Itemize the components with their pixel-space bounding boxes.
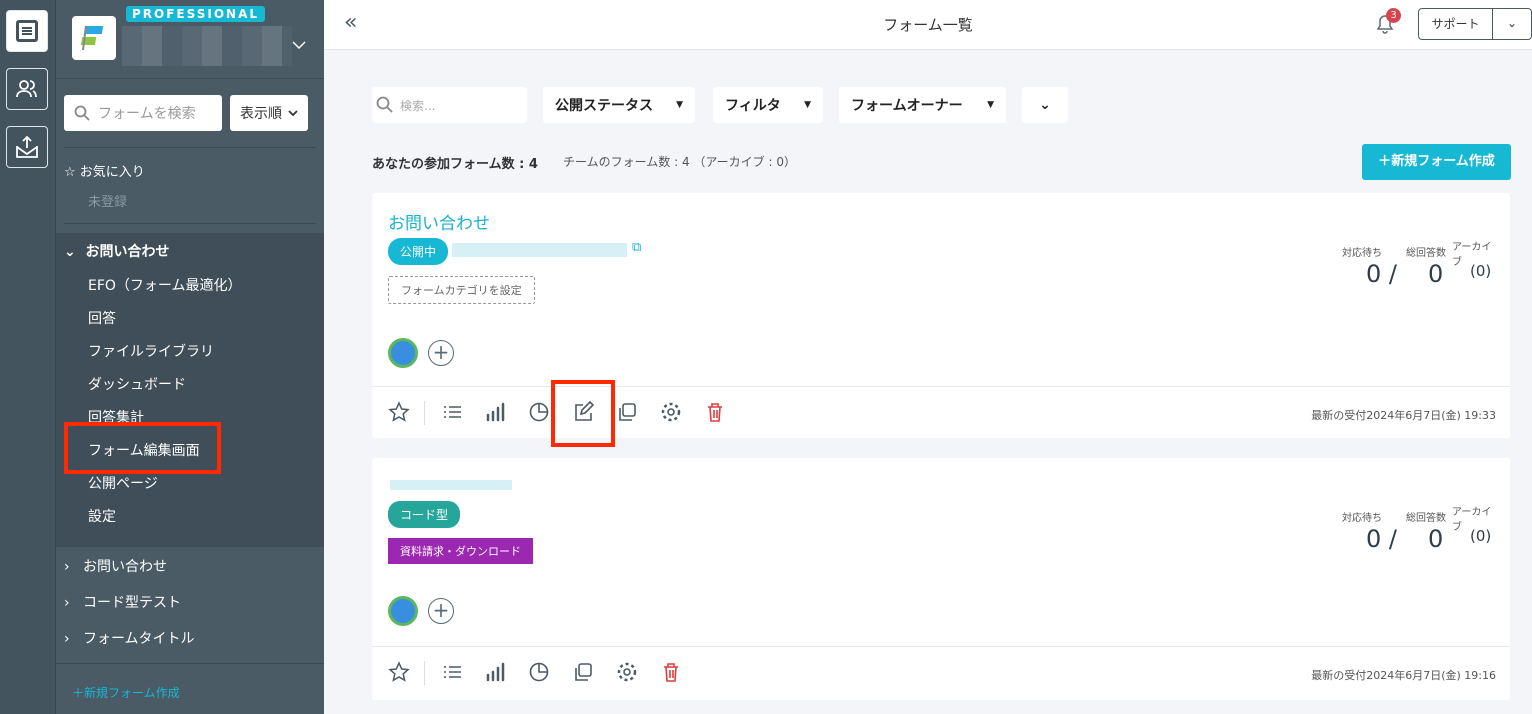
owner-filter[interactable]: フォームオーナー ▼ xyxy=(839,87,1006,123)
favorites-header: ☆ お気に入り xyxy=(64,165,145,180)
sidebar-group-3[interactable]: › フォームタイトル xyxy=(64,628,195,648)
more-filters-button[interactable]: ⌄ xyxy=(1022,87,1068,123)
chevron-down-icon[interactable] xyxy=(292,40,306,50)
sort-select[interactable]: 表示順 xyxy=(230,95,308,131)
team-form-count: チームのフォーム数 : 4 （アーカイブ : 0） xyxy=(563,155,796,169)
duplicate-icon[interactable] xyxy=(572,661,594,683)
pie-chart-icon[interactable] xyxy=(528,661,550,683)
sidebar-group-1[interactable]: › お問い合わせ xyxy=(64,556,167,576)
top-header: « フォーム一覧 3 サポート ⌄ xyxy=(324,0,1532,50)
star-icon[interactable] xyxy=(388,661,410,683)
add-member-button[interactable]: + xyxy=(428,340,454,366)
my-form-count: あなたの参加フォーム数 : 4 xyxy=(372,157,538,172)
app-nav-strip xyxy=(0,0,56,714)
chevron-down-icon: ⌄ xyxy=(1039,97,1051,113)
form-stats: 対応待ち 総回答数 アーカイブ 0 / 0 (0) xyxy=(1342,242,1492,288)
form-card: コード型 資料請求・ダウンロード + 対応待ち 総回答数 アーカイブ 0 / 0… xyxy=(372,458,1510,700)
latest-received: 最新の受付2024年6月7日(金) 19:33 xyxy=(1311,409,1496,422)
plan-badge: PROFESSIONAL xyxy=(126,6,266,22)
new-form-button[interactable]: ＋新規フォーム作成 xyxy=(1362,144,1511,180)
account-name-blurred xyxy=(122,26,292,66)
highlight-box xyxy=(64,422,221,474)
sidebar: PROFESSIONAL フォームを検索 表示順 ☆ お気に入り 未登録 ⌄ お… xyxy=(56,0,324,714)
gear-icon[interactable] xyxy=(616,661,638,683)
pie-chart-icon[interactable] xyxy=(528,401,550,423)
bar-chart-icon[interactable] xyxy=(484,401,506,423)
page-title: フォーム一覧 xyxy=(883,16,973,34)
search-input[interactable]: 検索... xyxy=(372,87,527,123)
caret-down-icon: ▼ xyxy=(676,100,683,110)
trash-icon[interactable] xyxy=(660,661,682,683)
caret-down-icon: ▼ xyxy=(987,100,994,110)
form-card: お問い合わせ 公開中 ⧉ フォームカテゴリを設定 + 対応待ち 総回答数 アーカ… xyxy=(372,193,1510,438)
form-search-input[interactable]: フォームを検索 xyxy=(64,95,222,131)
forms-nav-button[interactable] xyxy=(6,10,48,52)
form-title-blurred[interactable] xyxy=(390,480,512,490)
caret-down-icon: ▼ xyxy=(804,100,811,110)
avatar xyxy=(388,338,418,368)
gear-icon[interactable] xyxy=(660,401,682,423)
group-header[interactable]: ⌄ お問い合わせ xyxy=(64,241,169,261)
search-icon xyxy=(74,105,90,121)
users-icon xyxy=(16,80,37,98)
export-nav-button[interactable] xyxy=(6,126,48,168)
app-logo xyxy=(72,16,116,60)
sidebar-item-efo[interactable]: EFO（フォーム最適化） xyxy=(88,275,242,295)
add-member-button[interactable]: + xyxy=(428,598,454,624)
bar-chart-icon[interactable] xyxy=(484,661,506,683)
chevron-down-icon: ⌄ xyxy=(64,244,76,260)
team-nav-button[interactable] xyxy=(6,68,48,110)
mail-upload-icon xyxy=(16,135,38,158)
sidebar-item-responses[interactable]: 回答 xyxy=(88,308,116,328)
status-badge: 公開中 xyxy=(388,238,449,265)
form-list-icon xyxy=(16,20,38,42)
sidebar-item-dashboard[interactable]: ダッシュボード xyxy=(88,374,186,394)
sidebar-item-file-library[interactable]: ファイルライブラリ xyxy=(88,341,214,361)
highlight-box xyxy=(551,380,615,447)
chevron-down-icon xyxy=(288,110,298,117)
status-badge: コード型 xyxy=(388,501,461,528)
notification-badge: 3 xyxy=(1386,8,1401,23)
favorites-empty: 未登録 xyxy=(88,195,128,210)
star-icon[interactable] xyxy=(388,401,410,423)
copy-icon[interactable]: ⧉ xyxy=(632,240,641,255)
filter-dropdown[interactable]: フィルタ ▼ xyxy=(713,87,823,123)
category-badge: 資料請求・ダウンロード xyxy=(388,538,533,564)
sidebar-new-form-link[interactable]: ＋新規フォーム作成 xyxy=(72,684,180,701)
duplicate-icon[interactable] xyxy=(616,401,638,423)
list-icon[interactable] xyxy=(441,401,463,423)
card-actions: 最新の受付2024年6月7日(金) 19:33 xyxy=(372,386,1510,438)
main-content: « フォーム一覧 3 サポート ⌄ 検索... 公開ステータス ▼ フィルタ ▼ フ… xyxy=(324,0,1532,714)
form-stats: 対応待ち 総回答数 アーカイブ 0 / 0 (0) xyxy=(1342,507,1492,553)
sidebar-group-2[interactable]: › コード型テスト xyxy=(64,592,181,612)
avatar xyxy=(388,596,418,626)
latest-received: 最新の受付2024年6月7日(金) 19:16 xyxy=(1311,669,1496,682)
sidebar-item-settings[interactable]: 設定 xyxy=(88,506,116,526)
support-button-group: サポート ⌄ xyxy=(1418,8,1532,40)
expanded-form-group: ⌄ お問い合わせ EFO（フォーム最適化） 回答 ファイルライブラリ ダッシュボ… xyxy=(56,233,324,547)
support-button[interactable]: サポート xyxy=(1419,9,1493,39)
category-button[interactable]: フォームカテゴリを設定 xyxy=(388,276,535,304)
sidebar-item-public-page[interactable]: 公開ページ xyxy=(88,473,158,493)
status-filter[interactable]: 公開ステータス ▼ xyxy=(543,87,695,123)
form-title[interactable]: お問い合わせ xyxy=(388,209,490,234)
trash-icon[interactable] xyxy=(704,401,726,423)
support-dropdown[interactable]: ⌄ xyxy=(1493,9,1531,39)
list-icon[interactable] xyxy=(441,661,463,683)
form-url-blurred xyxy=(452,243,627,257)
card-actions: 最新の受付2024年6月7日(金) 19:16 xyxy=(372,646,1510,700)
search-icon xyxy=(376,96,393,113)
